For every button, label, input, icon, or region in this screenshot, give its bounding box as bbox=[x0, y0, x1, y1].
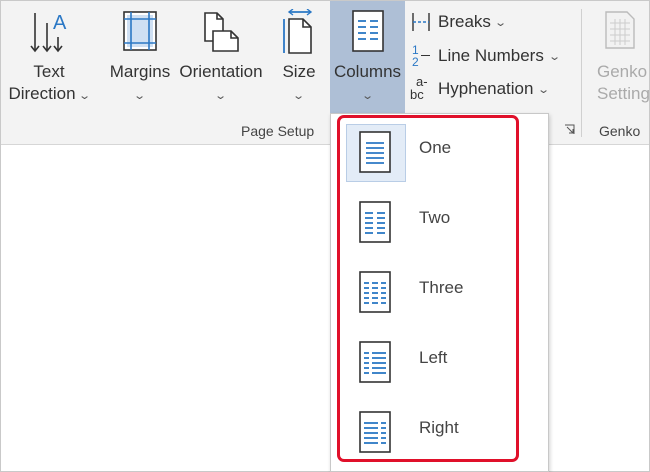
margins-label: Margins ⌄ bbox=[105, 61, 175, 107]
columns-icon bbox=[351, 9, 385, 58]
columns-button[interactable]: Columns ⌄ bbox=[330, 1, 405, 113]
line-numbers-button[interactable]: 1 2 Line Numbers ⌄ bbox=[410, 41, 561, 71]
chevron-down-icon: ⌄ bbox=[78, 90, 92, 102]
chevron-down-icon: ⌄ bbox=[537, 83, 551, 96]
orientation-icon bbox=[201, 9, 241, 60]
page-setup-group-label: Page Setup bbox=[241, 123, 315, 139]
genko-setting-button[interactable]: Genko Setting bbox=[589, 1, 650, 113]
chevron-down-icon: ⌄ bbox=[214, 90, 228, 102]
hyphenation-button[interactable]: a- bc Hyphenation ⌄ bbox=[410, 74, 551, 104]
chevron-down-icon: ⌄ bbox=[547, 50, 561, 63]
line-numbers-icon: 1 2 bbox=[410, 43, 432, 69]
genko-icon bbox=[603, 9, 637, 56]
text-direction-icon: A bbox=[27, 9, 71, 60]
orientation-label: Orientation ⌄ bbox=[175, 61, 267, 107]
ribbon: A Text Direction ⌄ Margins ⌄ Orientation… bbox=[1, 1, 650, 145]
breaks-button[interactable]: Breaks ⌄ bbox=[410, 7, 507, 37]
breaks-icon bbox=[410, 11, 432, 33]
chevron-down-icon: ⌄ bbox=[292, 90, 306, 102]
hyphenation-label: Hyphenation bbox=[438, 79, 534, 98]
chevron-down-icon: ⌄ bbox=[361, 90, 374, 102]
red-highlight-box bbox=[337, 115, 519, 462]
size-icon bbox=[281, 8, 317, 62]
genko-setting-label: Genko Setting bbox=[597, 62, 650, 103]
margins-button[interactable]: Margins ⌄ bbox=[105, 1, 175, 113]
chevron-down-icon: ⌄ bbox=[133, 90, 147, 102]
line-numbers-label: Line Numbers bbox=[438, 46, 544, 65]
orientation-button[interactable]: Orientation ⌄ bbox=[175, 1, 267, 113]
chevron-down-icon: ⌄ bbox=[494, 16, 507, 29]
genko-group-label: Genko bbox=[599, 123, 641, 139]
size-label: Size ⌄ bbox=[273, 61, 325, 107]
margins-icon bbox=[121, 9, 159, 58]
text-direction-button[interactable]: A Text Direction ⌄ bbox=[1, 1, 97, 113]
breaks-label: Breaks bbox=[438, 12, 491, 31]
columns-label: Columns ⌄ bbox=[330, 61, 405, 107]
hyphenation-icon: a- bc bbox=[410, 74, 428, 102]
size-button[interactable]: Size ⌄ bbox=[273, 1, 325, 113]
dialog-launcher-icon[interactable] bbox=[564, 122, 575, 134]
group-separator bbox=[581, 9, 582, 137]
svg-text:A: A bbox=[53, 12, 67, 34]
text-direction-label: Text Direction ⌄ bbox=[1, 61, 97, 107]
